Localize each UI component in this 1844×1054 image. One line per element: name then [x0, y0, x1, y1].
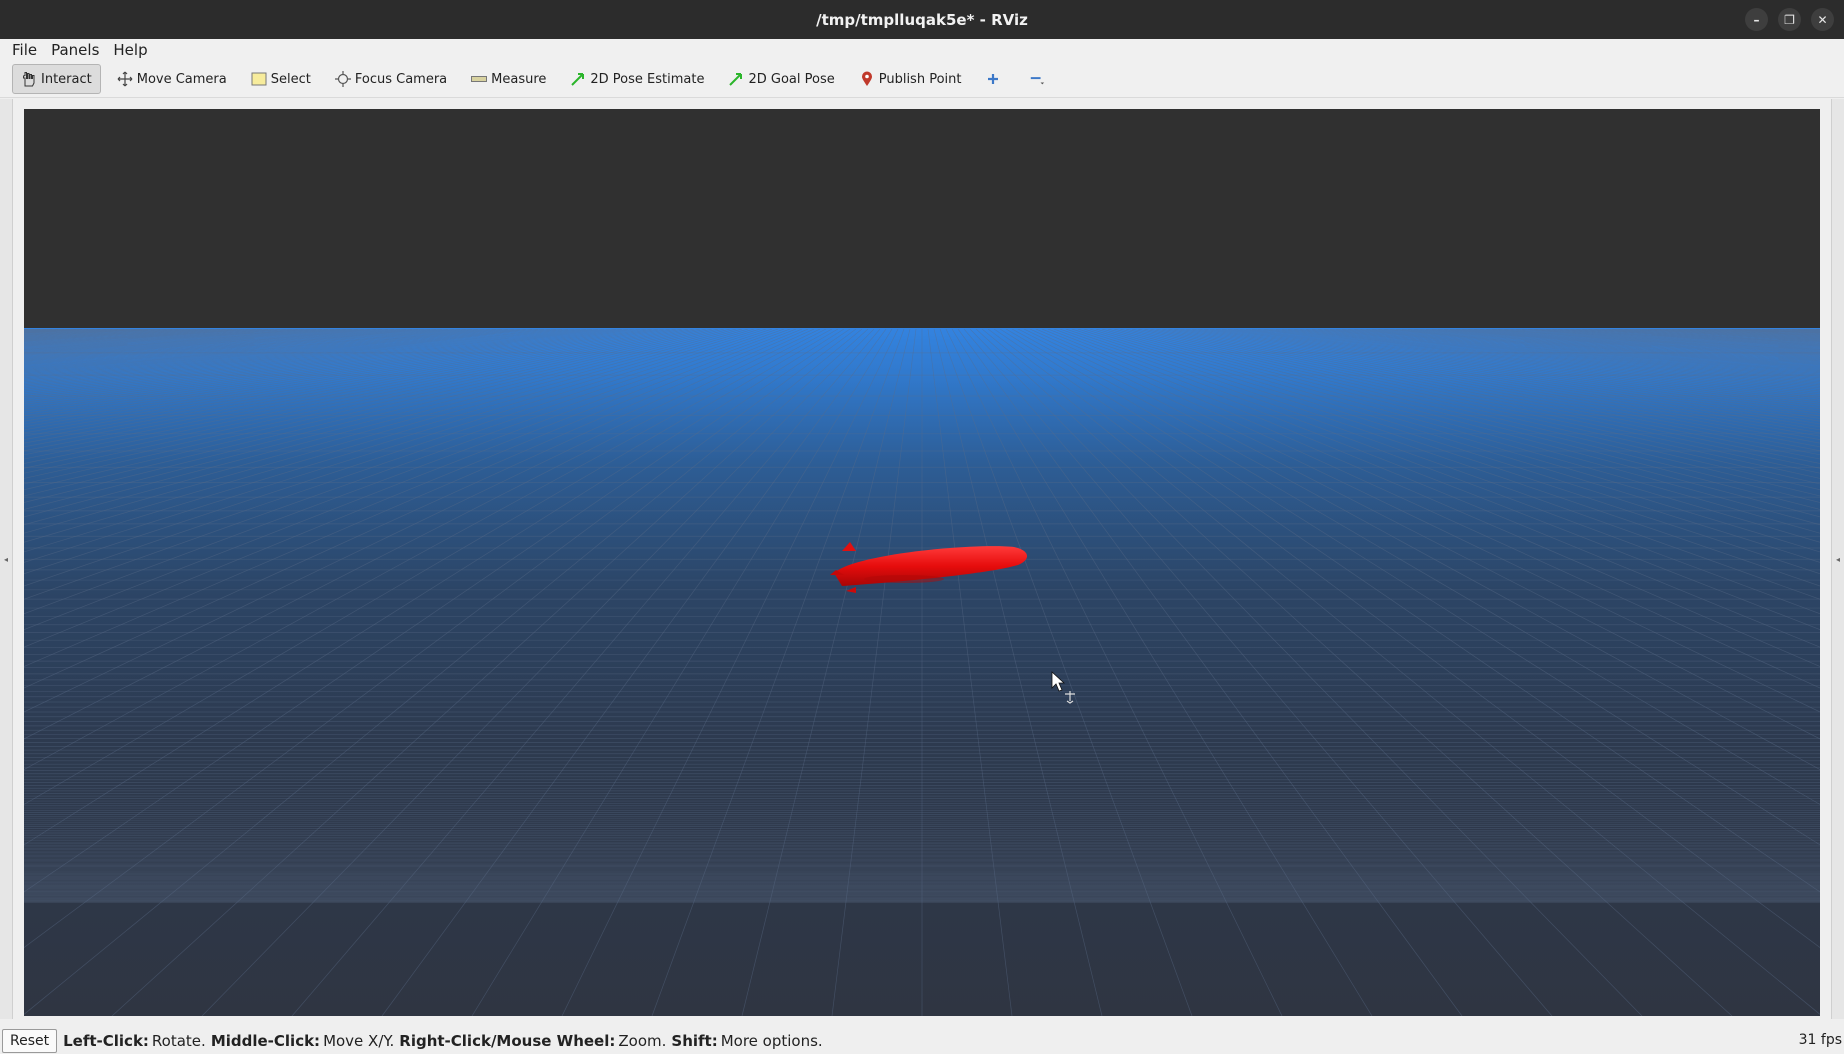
ruler-icon: [471, 71, 488, 87]
fps-readout: 31 fps: [1798, 1032, 1842, 1048]
focus-camera-icon: [334, 71, 351, 87]
hand-icon: [21, 71, 37, 87]
hint-key: Shift:: [671, 1032, 718, 1050]
menu-file[interactable]: File: [5, 41, 44, 59]
tool-label: Measure: [491, 71, 547, 87]
reset-button[interactable]: Reset: [2, 1029, 58, 1053]
tool-select-button[interactable]: Select: [243, 64, 319, 94]
tool-label: 2D Goal Pose: [748, 71, 835, 87]
tool-move-camera-button[interactable]: Move Camera: [109, 64, 235, 94]
tool-2d-pose-estimate-button[interactable]: 2D Pose Estimate: [562, 64, 712, 94]
tool-publish-point-button[interactable]: Publish Point: [851, 64, 970, 94]
map-pin-icon: [859, 71, 875, 87]
hint-value: Move X/Y.: [323, 1032, 395, 1050]
3d-scene[interactable]: [24, 109, 1820, 1016]
hint-value: More options.: [720, 1032, 823, 1050]
tool-label: Publish Point: [878, 71, 962, 87]
hint-value: Rotate.: [151, 1032, 206, 1050]
minimize-button[interactable]: –: [1745, 8, 1768, 31]
hint-key: Left-Click:: [63, 1032, 149, 1050]
select-icon: [251, 71, 267, 87]
right-dock-handle[interactable]: ◂: [1831, 99, 1844, 1019]
window-title: /tmp/tmplluqak5e* - RViz: [816, 10, 1028, 29]
plus-icon: [985, 71, 1001, 87]
tool-label: Move Camera: [136, 71, 227, 87]
3d-viewport[interactable]: [24, 109, 1820, 1016]
remove-tool-button[interactable]: [1021, 64, 1057, 94]
menu-panels[interactable]: Panels: [44, 41, 106, 59]
tools-toolbar: Interact Move Camera Select Focus Camera…: [0, 61, 1844, 98]
tool-measure-button[interactable]: Measure: [463, 64, 554, 94]
hint-key: Middle-Click:: [210, 1032, 321, 1050]
move-camera-icon: [117, 71, 133, 87]
minus-icon: [1029, 71, 1045, 87]
sky-background: [24, 109, 1820, 329]
arrow-green-icon: [728, 71, 744, 87]
menu-bar: File Panels Help: [0, 39, 1844, 61]
add-tool-button[interactable]: [977, 64, 1013, 94]
window-controls: – ❐ ✕: [1745, 8, 1834, 31]
menu-help[interactable]: Help: [106, 41, 154, 59]
left-dock-handle[interactable]: ◂: [0, 99, 13, 1019]
tool-label: Focus Camera: [354, 71, 448, 87]
status-bar: Reset Left-Click: Rotate. Middle-Click: …: [0, 1028, 1844, 1054]
close-button[interactable]: ✕: [1811, 8, 1834, 31]
tool-2d-goal-pose-button[interactable]: 2D Goal Pose: [720, 64, 842, 94]
chevron-left-icon: ◂: [3, 554, 8, 564]
hint-value: Zoom.: [618, 1032, 667, 1050]
hint-key: Right-Click/Mouse Wheel:: [399, 1032, 616, 1050]
tool-label: 2D Pose Estimate: [590, 71, 705, 87]
window-titlebar: /tmp/tmplluqak5e* - RViz – ❐ ✕: [0, 0, 1844, 39]
tool-label: Select: [270, 71, 311, 87]
tool-interact-button[interactable]: Interact: [12, 64, 101, 94]
tool-focus-camera-button[interactable]: Focus Camera: [327, 64, 455, 94]
arrow-green-icon: [570, 71, 586, 87]
render-panel: ◂ ◂: [0, 99, 1844, 1019]
restore-button[interactable]: ❐: [1778, 8, 1801, 31]
chevron-left-icon: ◂: [1835, 554, 1840, 564]
tool-label: Interact: [41, 71, 92, 87]
